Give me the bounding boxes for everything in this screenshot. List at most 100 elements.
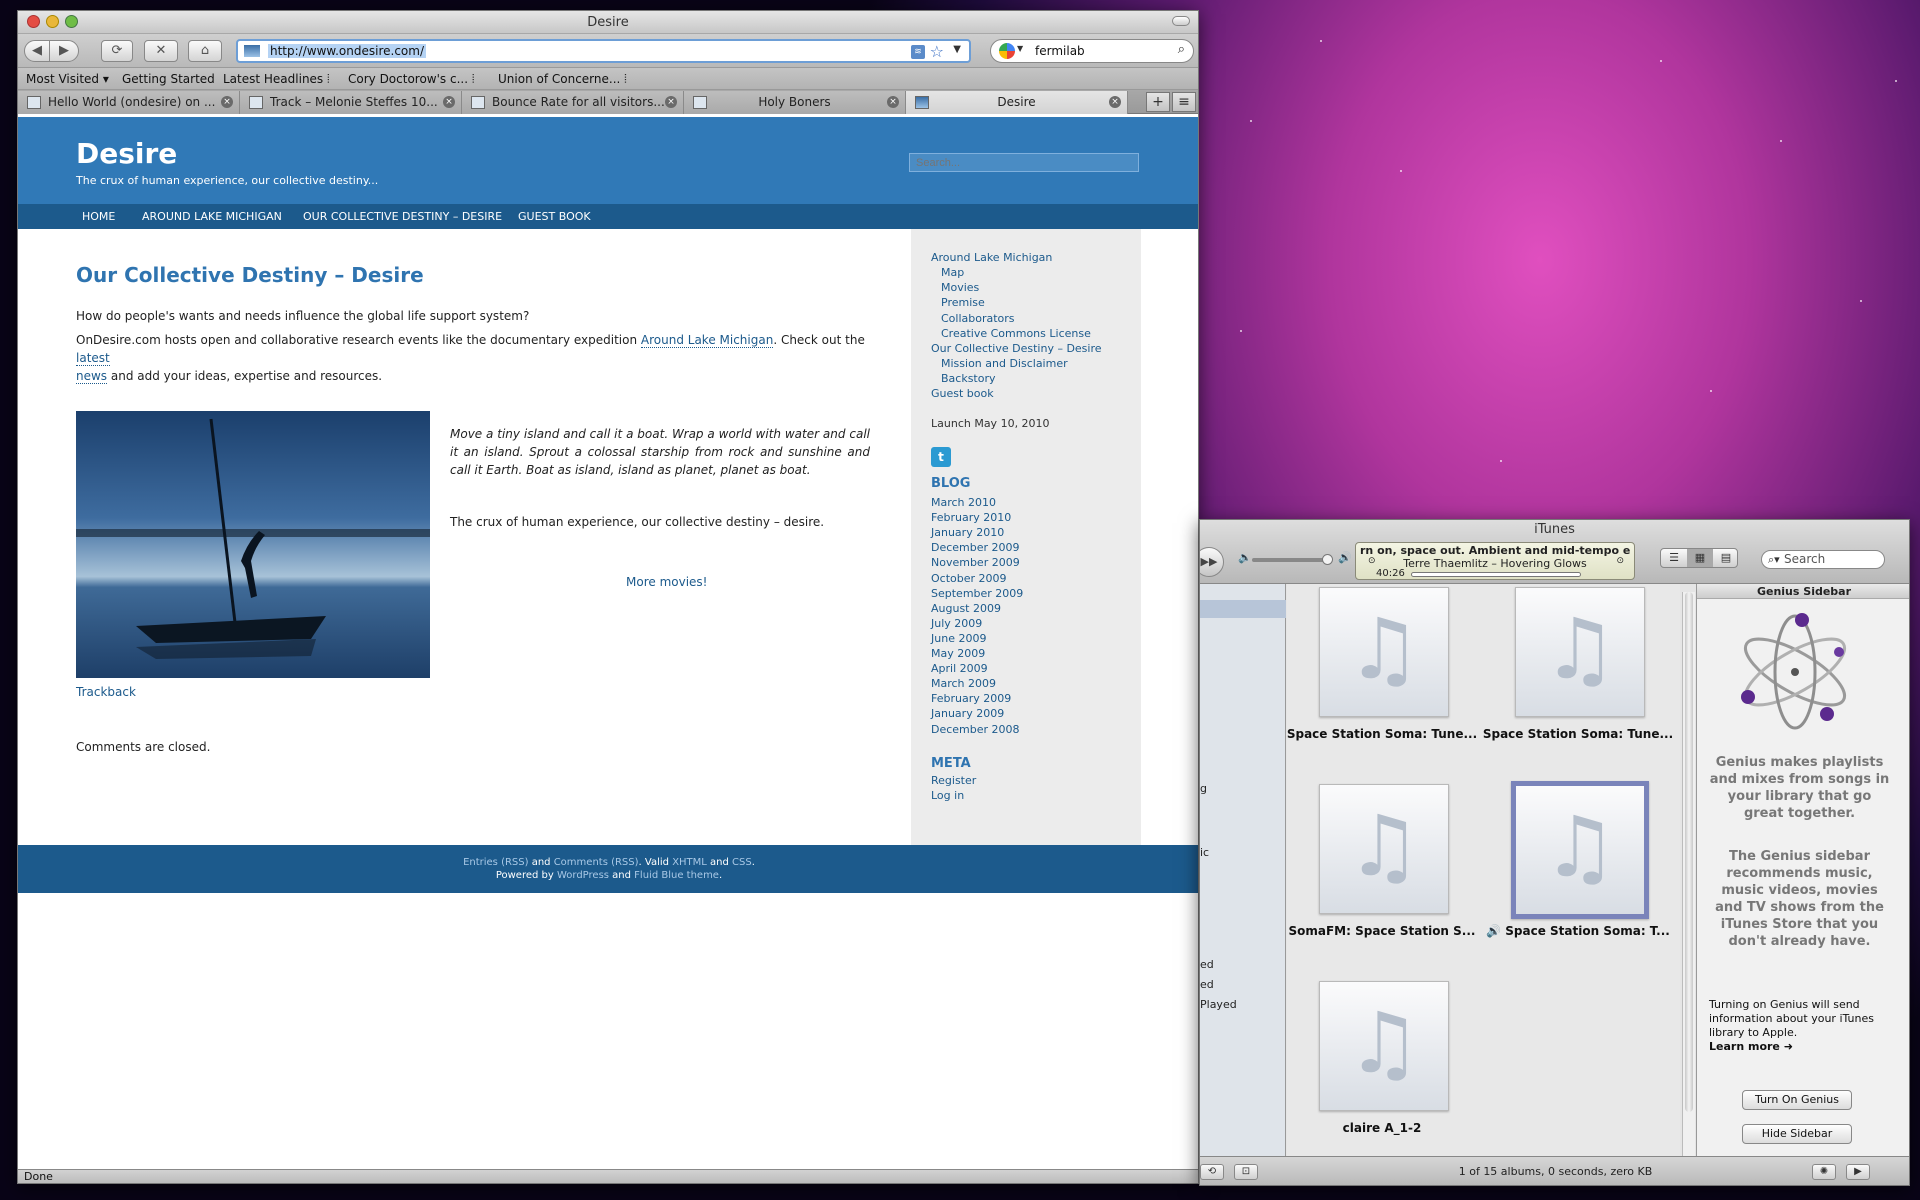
search-bar[interactable]: ▼ fermilab ⌕	[990, 39, 1194, 63]
selected-source-row[interactable]	[1200, 600, 1286, 618]
forward-button[interactable]: ▶	[49, 40, 79, 62]
album-tile[interactable]: ♫ claire A_1-2	[1287, 978, 1467, 1148]
list-view-icon[interactable]: ☰	[1661, 549, 1687, 567]
bookmark-latest-headlines[interactable]: Latest Headlines ⦙	[223, 72, 330, 87]
album-art[interactable]: ♫	[1515, 587, 1645, 717]
nav-home[interactable]: HOME	[82, 210, 115, 223]
now-playing-display[interactable]: rn on, space out. Ambient and mid-tempo …	[1355, 542, 1635, 580]
sidebar-page-link[interactable]: Guest book	[931, 387, 994, 400]
css-link[interactable]: CSS	[732, 857, 752, 868]
around-lake-michigan-link[interactable]: Around Lake Michigan	[640, 333, 774, 348]
nav-around-lake-michigan[interactable]: AROUND LAKE MICHIGAN	[142, 210, 282, 223]
archive-link[interactable]: July 2009	[931, 617, 982, 630]
home-button[interactable]: ⌂	[188, 40, 222, 62]
source-item[interactable]: ed	[1200, 978, 1214, 991]
archive-link[interactable]: January 2009	[931, 707, 1004, 720]
source-item[interactable]: Played	[1200, 998, 1237, 1011]
album-grid-scrollbar[interactable]	[1682, 592, 1695, 1156]
sidebar-page-link[interactable]: Mission and Disclaimer	[941, 357, 1068, 370]
stop-button[interactable]: ✕	[144, 40, 178, 62]
list-all-tabs-button[interactable]: ≡	[1172, 92, 1196, 112]
tab-close-icon[interactable]: ×	[665, 96, 677, 108]
sidebar-page-link[interactable]: Backstory	[941, 372, 996, 385]
archive-link[interactable]: January 2010	[931, 526, 1004, 539]
site-title[interactable]: Desire	[76, 137, 177, 170]
source-item[interactable]: g	[1200, 782, 1207, 795]
latest-news-link-cont[interactable]: news	[76, 369, 108, 384]
album-tile[interactable]: ♫ SomaFM: Space Station S...	[1287, 781, 1475, 951]
url-bar[interactable]: http://www.ondesire.com/ ≋ ☆ ▼	[236, 39, 971, 63]
scroll-thumb[interactable]	[1685, 592, 1693, 1112]
bookmark-getting-started[interactable]: Getting Started	[122, 72, 215, 86]
sidebar-page-link[interactable]: Map	[941, 266, 964, 279]
new-tab-button[interactable]: +	[1146, 92, 1170, 112]
album-art[interactable]: ♫	[1319, 981, 1449, 1111]
back-button[interactable]: ◀	[24, 40, 50, 62]
nav-guest-book[interactable]: GUEST BOOK	[518, 210, 591, 223]
archive-link[interactable]: May 2009	[931, 647, 985, 660]
lcd-play-icon[interactable]: ⊙	[1368, 556, 1376, 566]
bookmark-star-icon[interactable]: ☆	[930, 42, 944, 61]
twitter-icon[interactable]: t	[931, 447, 951, 467]
tab-close-icon[interactable]: ×	[887, 96, 899, 108]
sidebar-page-link[interactable]: Our Collective Destiny – Desire	[931, 342, 1102, 355]
trackback-link[interactable]: Trackback	[76, 685, 136, 699]
archive-link[interactable]: March 2009	[931, 677, 996, 690]
coverflow-view-icon[interactable]: ▤	[1713, 549, 1739, 567]
album-art[interactable]: ♫	[1319, 587, 1449, 717]
archive-link[interactable]: March 2010	[931, 496, 996, 509]
sidebar-page-link[interactable]: Premise	[941, 296, 985, 309]
sidebar-page-link[interactable]: Creative Commons License	[941, 327, 1091, 340]
tab-hello-world[interactable]: Hello World (ondesire) on ... ×	[18, 91, 240, 114]
bookmark-union-of-concerned[interactable]: Union of Concerne... ⦙	[498, 72, 627, 87]
volume-slider[interactable]	[1252, 554, 1333, 565]
grid-view-icon[interactable]: ▦	[1687, 549, 1713, 567]
progress-bar[interactable]	[1411, 572, 1581, 577]
reload-button[interactable]: ⟳	[101, 40, 133, 62]
genius-mix-icon[interactable]: ✺	[1812, 1164, 1836, 1180]
meta-login-link[interactable]: Log in	[931, 789, 964, 802]
bookmark-cory-doctorow[interactable]: Cory Doctorow's c... ⦙	[348, 72, 475, 87]
meta-register-link[interactable]: Register	[931, 774, 976, 787]
tab-desire[interactable]: Desire ×	[906, 91, 1128, 114]
site-search-input[interactable]	[909, 153, 1139, 172]
archive-link[interactable]: December 2008	[931, 723, 1020, 736]
archive-link[interactable]: February 2009	[931, 692, 1011, 705]
rss-feed-icon[interactable]: ≋	[911, 45, 925, 59]
latest-news-link[interactable]: latest	[76, 351, 110, 366]
entries-rss-link[interactable]: Entries (RSS)	[463, 857, 528, 868]
bookmark-most-visited[interactable]: Most Visited ▾	[26, 72, 109, 86]
more-movies-link[interactable]: More movies!	[626, 575, 707, 589]
itunes-search-input[interactable]: ⌕▾ Search	[1761, 550, 1885, 569]
sidebar-page-link[interactable]: Collaborators	[941, 312, 1015, 325]
post-title[interactable]: Our Collective Destiny – Desire	[76, 263, 424, 287]
sidebar-page-link[interactable]: Around Lake Michigan	[931, 251, 1052, 264]
album-tile[interactable]: ♫ Space Station Soma: Tune...	[1287, 584, 1477, 754]
tab-track-melonie[interactable]: Track – Melonie Steffes 10... ×	[240, 91, 462, 114]
archive-link[interactable]: November 2009	[931, 556, 1020, 569]
tab-bounce-rate[interactable]: Bounce Rate for all visitors... ×	[462, 91, 684, 114]
search-magnifier-icon[interactable]: ⌕	[1178, 42, 1185, 57]
learn-more-link[interactable]: Learn more ➜	[1709, 1040, 1889, 1054]
archive-link[interactable]: August 2009	[931, 602, 1001, 615]
lcd-genius-icon[interactable]: ⊙	[1616, 556, 1624, 566]
archive-link[interactable]: September 2009	[931, 587, 1023, 600]
hide-sidebar-button[interactable]: Hide Sidebar	[1742, 1124, 1852, 1144]
tab-close-icon[interactable]: ×	[1109, 96, 1121, 108]
tab-holy-boners[interactable]: Holy Boners ×	[684, 91, 906, 114]
archive-link[interactable]: December 2009	[931, 541, 1020, 554]
tab-close-icon[interactable]: ×	[221, 96, 233, 108]
archive-link[interactable]: October 2009	[931, 572, 1007, 585]
google-engine-icon[interactable]	[999, 43, 1015, 59]
toolbar-toggle-button[interactable]	[1172, 16, 1190, 26]
album-tile[interactable]: ♫ Space Station Soma: Tune...	[1483, 584, 1673, 754]
album-art[interactable]: ♫	[1511, 781, 1649, 919]
sidebar-page-link[interactable]: Movies	[941, 281, 979, 294]
nav-our-collective-destiny[interactable]: OUR COLLECTIVE DESTINY – DESIRE	[303, 210, 502, 223]
engine-dropdown-icon[interactable]: ▼	[1017, 44, 1023, 53]
turn-on-genius-button[interactable]: Turn On Genius	[1742, 1090, 1852, 1110]
archive-link[interactable]: June 2009	[931, 632, 986, 645]
archive-link[interactable]: February 2010	[931, 511, 1011, 524]
source-item[interactable]: ed	[1200, 958, 1214, 971]
theme-link[interactable]: Fluid Blue theme	[634, 870, 719, 881]
